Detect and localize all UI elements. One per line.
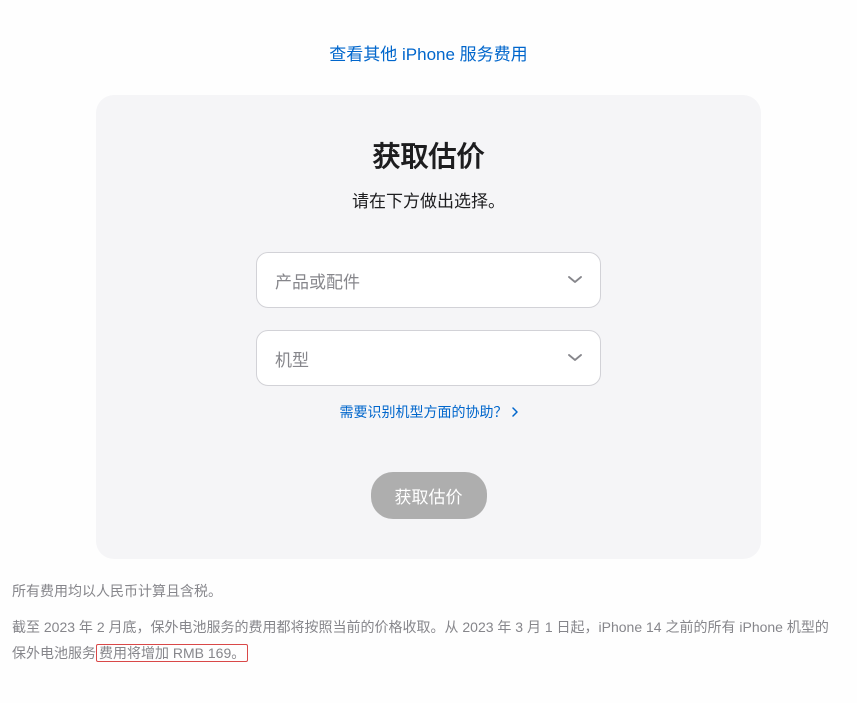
card-subtitle: 请在下方做出选择。 [156,187,701,212]
estimate-card: 获取估价 请在下方做出选择。 产品或配件 机型 需要识别机型方面的协助？ 获取估… [96,95,761,559]
view-other-fees-link[interactable]: 查看其他 iPhone 服务费用 [0,40,857,65]
chevron-down-icon [568,273,582,287]
card-title: 获取估价 [156,135,701,175]
footer-notes: 所有费用均以人民币计算且含税。 截至 2023 年 2 月底，保外电池服务的费用… [12,579,832,667]
model-select-placeholder: 机型 [275,346,568,371]
product-select[interactable]: 产品或配件 [256,252,601,308]
chevron-down-icon [568,351,582,365]
price-increase-highlight: 费用将增加 RMB 169。 [96,644,248,662]
model-select[interactable]: 机型 [256,330,601,386]
product-select-placeholder: 产品或配件 [275,268,568,293]
identify-model-help-link[interactable]: 需要识别机型方面的协助？ [156,402,701,422]
footer-line-2: 截至 2023 年 2 月底，保外电池服务的费用都将按照当前的价格收取。从 20… [12,615,832,667]
chevron-right-icon [512,404,518,420]
help-link-text: 需要识别机型方面的协助？ [340,402,508,422]
footer-line-1: 所有费用均以人民币计算且含税。 [12,579,832,605]
get-estimate-button[interactable]: 获取估价 [371,472,487,519]
